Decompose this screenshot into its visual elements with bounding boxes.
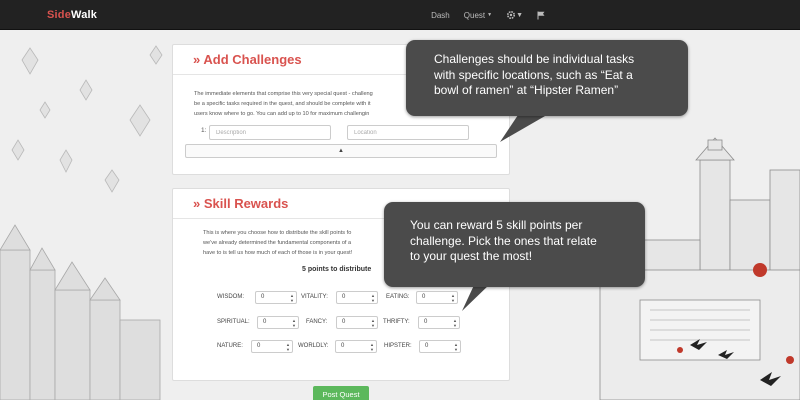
skill-label-vitality: VITALITY:	[301, 294, 328, 300]
challenges-tooltip: Challenges should be individual tasks wi…	[406, 40, 688, 116]
tooltip-line: bowl of ramen” at “Hipster Ramen”	[434, 83, 619, 97]
stepper-arrows[interactable]: ▲ ▼	[370, 318, 376, 328]
skill-input-spiritual[interactable]: 0 ▲ ▼	[257, 316, 299, 329]
caret-down-icon: ▼	[487, 12, 493, 18]
navbar-right: Dash Quest ▼ ▼	[417, 0, 800, 30]
nav-quest-label: Quest	[463, 10, 486, 20]
tooltip-line: Challenges should be individual tasks	[434, 52, 635, 66]
description-line: users know where to go. You can add up t…	[194, 111, 370, 117]
skill-value: 0	[342, 319, 346, 325]
skill-value: 0	[261, 294, 265, 300]
navbar: SideWalk Dash Quest ▼ ▼	[0, 0, 800, 30]
brand-logo[interactable]: SideWalk	[47, 9, 97, 21]
stepper-arrows[interactable]: ▲ ▼	[291, 318, 297, 328]
stepper-arrows[interactable]: ▲ ▼	[452, 318, 458, 328]
description-line: The immediate elements that comprise thi…	[194, 91, 373, 97]
stepper-arrows[interactable]: ▲ ▼	[285, 342, 291, 352]
nav-quest-dropdown[interactable]: Quest ▼	[464, 11, 492, 20]
skill-input-eating[interactable]: 0 ▲ ▼	[416, 291, 458, 304]
add-challenge-button[interactable]: ▲	[185, 144, 497, 158]
brand-part2: Walk	[71, 8, 98, 21]
tooltip-line: with specific locations, such as “Eat a	[434, 67, 633, 82]
skill-label-wisdom: WISDOM:	[217, 294, 244, 300]
skill-value: 0	[342, 294, 346, 300]
skill-value: 0	[257, 343, 261, 349]
stepper-arrows[interactable]: ▲ ▼	[370, 293, 376, 303]
skill-input-vitality[interactable]: 0 ▲ ▼	[336, 291, 378, 304]
skill-input-wisdom[interactable]: 0 ▲ ▼	[255, 291, 297, 304]
challenges-description: The immediate elements that comprise thi…	[194, 89, 434, 119]
stepper-arrows[interactable]: ▲ ▼	[289, 293, 295, 303]
flag-icon	[537, 11, 545, 19]
skill-label-eating: EATING:	[386, 294, 410, 300]
post-quest-button[interactable]: Post Quest	[313, 386, 369, 400]
skill-value: 0	[425, 343, 429, 349]
skill-value: 0	[263, 319, 267, 325]
tooltip-line: to your quest the most!	[410, 249, 533, 263]
flag-button[interactable]	[537, 11, 545, 20]
tooltip-line: You can reward 5 skill points per	[410, 218, 583, 232]
settings-dropdown[interactable]: ▼	[506, 10, 523, 20]
skill-label-thrifty: THRIFTY:	[383, 319, 410, 325]
skill-input-worldly[interactable]: 0 ▲ ▼	[335, 340, 377, 353]
caret-up-icon: ▲	[338, 148, 344, 154]
skill-label-spiritual: SPIRITUAL:	[217, 319, 250, 325]
skill-value: 0	[422, 294, 426, 300]
skill-input-thrifty[interactable]: 0 ▲ ▼	[418, 316, 460, 329]
skill-label-nature: NATURE:	[217, 343, 243, 349]
stepper-arrows[interactable]: ▲ ▼	[453, 342, 459, 352]
nav-dash-link[interactable]: Dash	[431, 11, 450, 20]
caret-down-icon: ▼	[516, 11, 523, 19]
tooltip-line: challenge. Pick the ones that relate	[410, 233, 597, 248]
skill-input-nature[interactable]: 0 ▲ ▼	[251, 340, 293, 353]
skill-value: 0	[341, 343, 345, 349]
points-remaining: 5 points to distribute	[302, 266, 372, 273]
description-line: be a specific tasks required in the ques…	[194, 101, 371, 107]
brand-part1: Side	[47, 8, 72, 21]
skill-input-hipster[interactable]: 0 ▲ ▼	[419, 340, 461, 353]
skill-label-worldly: WORLDLY:	[298, 343, 329, 349]
stepper-arrows[interactable]: ▲ ▼	[450, 293, 456, 303]
skill-label-hipster: HIPSTER:	[384, 343, 412, 349]
stepper-arrows[interactable]: ▲ ▼	[369, 342, 375, 352]
skill-input-fancy[interactable]: 0 ▲ ▼	[336, 316, 378, 329]
panel-title: » Add Challenges	[193, 52, 302, 67]
skill-value: 0	[424, 319, 428, 325]
panel-title: » Skill Rewards	[193, 196, 289, 211]
challenge-row-number: 1:	[201, 127, 207, 134]
gear-icon	[507, 10, 516, 20]
challenge-description-input[interactable]	[209, 125, 331, 140]
challenge-location-input[interactable]	[347, 125, 469, 140]
skill-label-fancy: FANCY:	[306, 319, 328, 325]
skill-rewards-tooltip: You can reward 5 skill points per challe…	[384, 202, 645, 287]
